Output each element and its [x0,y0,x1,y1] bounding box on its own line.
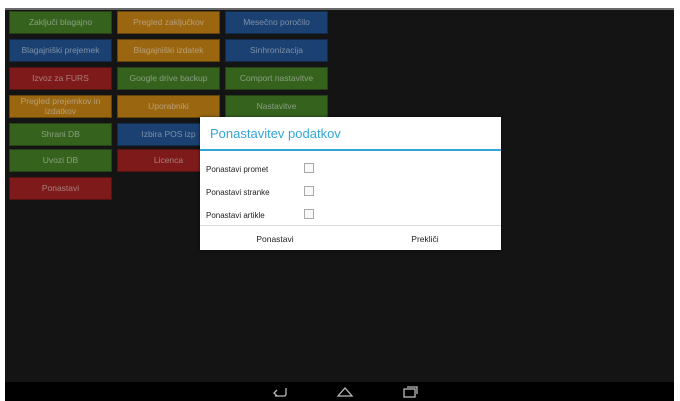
back-icon[interactable] [271,385,289,398]
tile-pregled-zakljuckov[interactable]: Pregled zaključkov [117,11,220,34]
tile-google-drive-backup[interactable]: Google drive backup [117,67,220,90]
cancel-button[interactable]: Prekliči [350,226,500,251]
tile-comport-nastavitve[interactable]: Comport nastavitve [225,67,328,90]
tile-label: Blagajniški prejemek [21,44,100,55]
confirm-reset-button[interactable]: Ponastavi [200,226,350,251]
home-icon[interactable] [336,385,354,398]
tile-label: Zaključi blagajno [28,16,93,27]
tile-label: Pregled zaključkov [133,16,204,27]
tile-label: Shrani DB [41,128,80,139]
option-label: Ponastavi artikle [206,210,265,220]
reset-artikle-checkbox[interactable] [304,209,314,219]
tile-nastavitve[interactable]: Nastavitve [225,95,328,118]
option-row-promet[interactable]: Ponastavi promet [206,162,336,176]
title-divider [200,149,501,151]
option-label: Ponastavi promet [206,164,269,174]
option-row-artikle[interactable]: Ponastavi artikle [206,208,336,222]
option-label: Ponastavi stranke [206,187,270,197]
tile-label: Google drive backup [129,72,208,83]
tile-label: Uporabniki [148,100,189,111]
dialog-button-row: Ponastavi Prekliči [200,225,501,251]
tile-shrani-db[interactable]: Shrani DB [9,123,112,146]
tile-label: Blagajniški izdatek [133,44,204,55]
tile-label: Nastavitve [256,100,297,111]
recent-apps-icon[interactable] [401,385,419,398]
tile-label: Izbira POS izp [141,128,196,139]
tile-zakljuci-blagajno[interactable]: Zaključi blagajno [9,11,112,34]
tile-uporabniki[interactable]: Uporabniki [117,95,220,118]
tile-blagajniski-izdatek[interactable]: Blagajniški izdatek [117,39,220,62]
tile-label: Comport nastavitve [239,72,314,83]
tile-label: Pregled prejemkov in izdatkov [20,96,101,116]
tile-label: Sinhronizacija [250,44,303,55]
tile-izvoz-za-furs[interactable]: Izvoz za FURS [9,67,112,90]
tile-label: Izvoz za FURS [32,72,89,83]
tile-label: Uvozi DB [42,154,79,165]
status-strip [5,8,674,10]
tile-blagajniski-prejemek[interactable]: Blagajniški prejemek [9,39,112,62]
reset-data-dialog: Ponastavitev podatkov Ponastavi promet P… [200,117,501,250]
app-screen: Zaključi blagajno Pregled zaključkov Mes… [5,8,674,382]
reset-promet-checkbox[interactable] [304,163,314,173]
tile-pregled-prejemkov-in-izdatkov[interactable]: Pregled prejemkov in izdatkov [9,95,112,118]
dialog-title: Ponastavitev podatkov [210,126,341,141]
reset-stranke-checkbox[interactable] [304,186,314,196]
tile-label: Licenca [153,154,184,165]
tile-label: Ponastavi [41,182,80,193]
tile-label: Mesečno poročilo [243,16,310,27]
navigation-bar [5,382,674,401]
option-row-stranke[interactable]: Ponastavi stranke [206,185,336,199]
tile-ponastavi[interactable]: Ponastavi [9,177,112,200]
tile-sinhronizacija[interactable]: Sinhronizacija [225,39,328,62]
tile-mesecno-porocilo[interactable]: Mesečno poročilo [225,11,328,34]
tile-uvozi-db[interactable]: Uvozi DB [9,149,112,172]
